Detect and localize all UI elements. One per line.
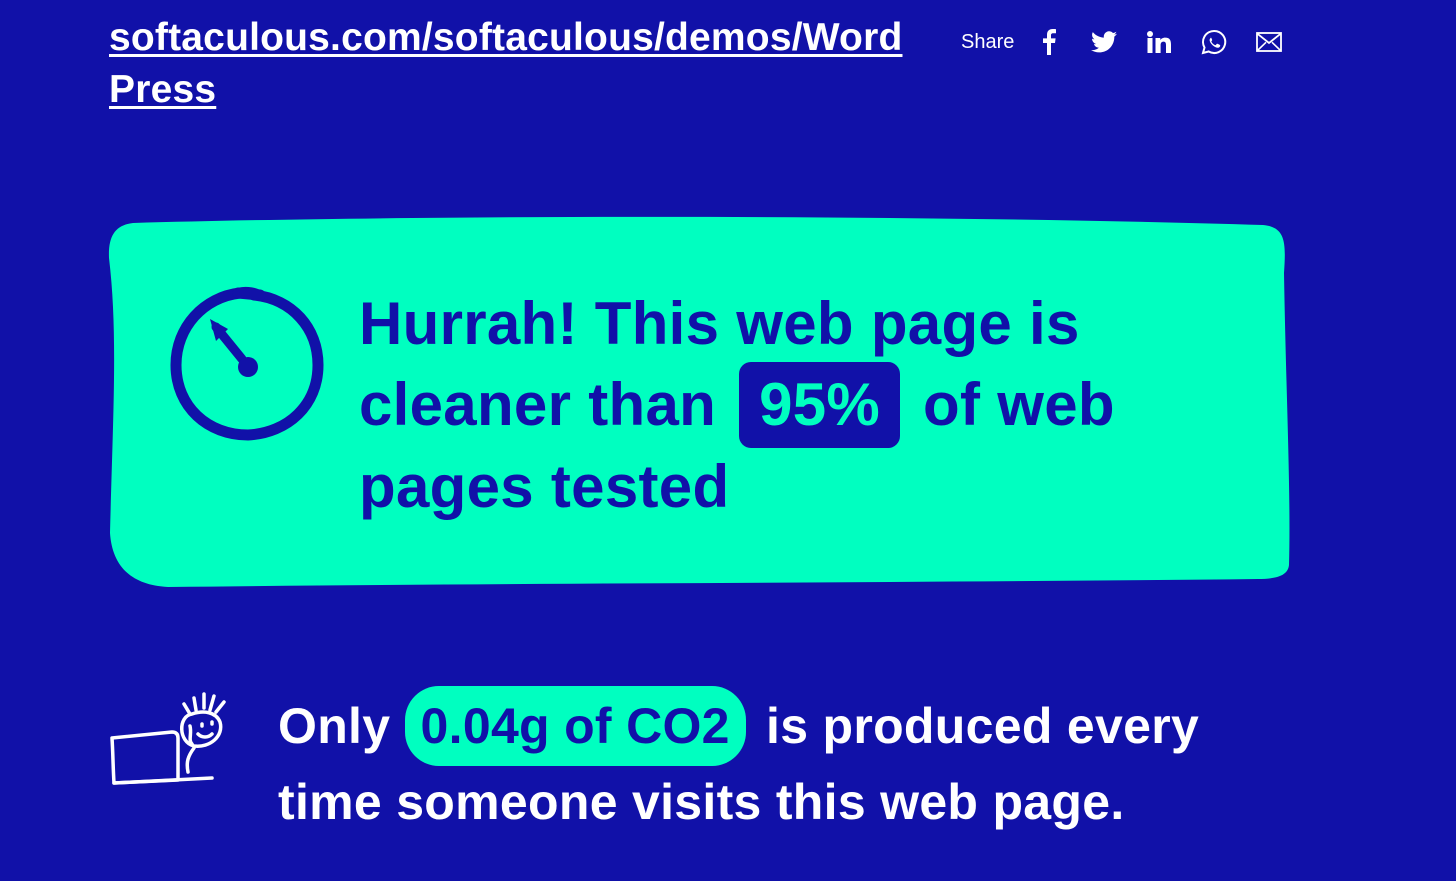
facebook-icon[interactable] [1036,29,1062,55]
linkedin-icon[interactable] [1146,29,1172,55]
result-headline: Hurrah! This web page is cleaner than 95… [359,285,1159,525]
person-at-laptop-icon [110,692,226,785]
result-card: Hurrah! This web page is cleaner than 95… [108,213,1292,589]
stopwatch-icon [170,286,324,441]
percentage-badge: 95% [739,362,901,448]
whatsapp-icon[interactable] [1201,29,1227,55]
co2-amount-badge: 0.04g of CO2 [404,686,746,766]
page: softaculous.com/softaculous/demos/WordPr… [0,0,1456,881]
twitter-icon[interactable] [1091,29,1118,55]
email-icon[interactable] [1256,29,1283,55]
share-label: Share [961,30,1015,53]
co2-statement: Only 0.04g of CO2 is produced every time… [278,686,1238,838]
site-url-link[interactable]: softaculous.com/softaculous/demos/WordPr… [109,12,909,116]
co2-prefix: Only [278,698,391,754]
co2-section: Only 0.04g of CO2 is produced every time… [108,686,1308,836]
share-bar: Share [961,24,1311,60]
